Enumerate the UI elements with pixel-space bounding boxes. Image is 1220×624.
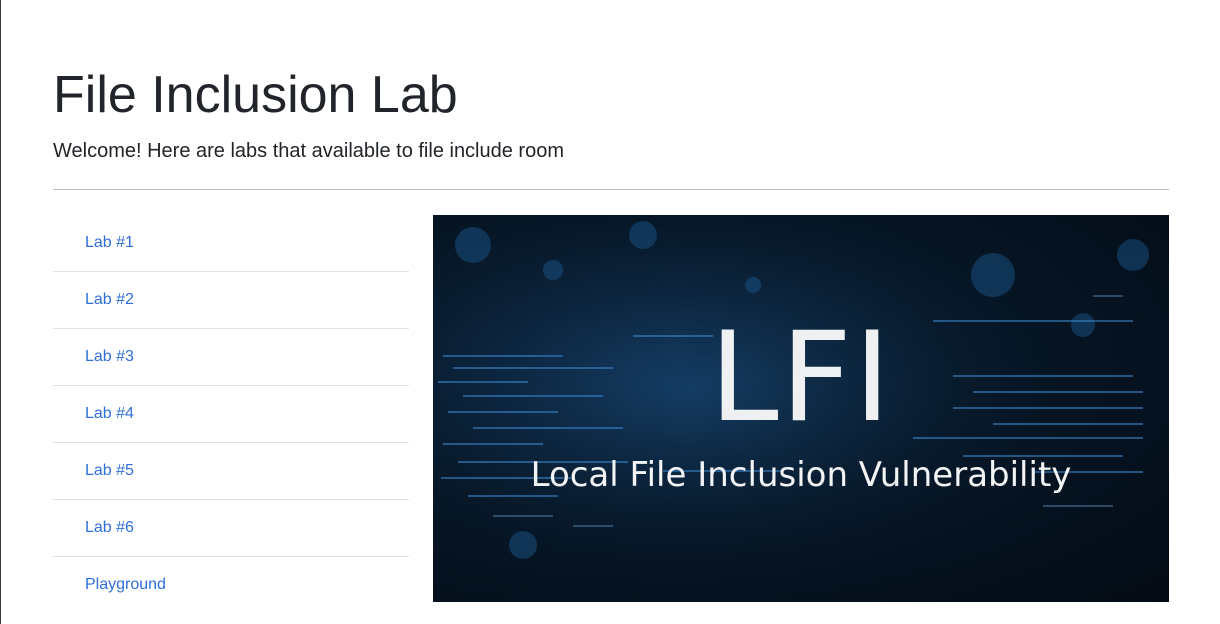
list-item: Lab #6 xyxy=(53,500,409,557)
lab-4-link[interactable]: Lab #4 xyxy=(85,405,134,423)
list-item: Lab #3 xyxy=(53,329,409,386)
lab-5-link[interactable]: Lab #5 xyxy=(85,462,134,480)
banner-headline: LFI xyxy=(709,306,893,450)
list-item: Lab #1 xyxy=(53,215,409,272)
list-item: Lab #2 xyxy=(53,272,409,329)
lab-2-link[interactable]: Lab #2 xyxy=(85,291,134,309)
playground-link[interactable]: Playground xyxy=(85,576,166,594)
lfi-banner-image: LFI Local File Inclusion Vulnerability xyxy=(433,215,1169,602)
window-left-border xyxy=(0,0,1,624)
lab-1-link[interactable]: Lab #1 xyxy=(85,234,134,252)
banner-subtitle: Local File Inclusion Vulnerability xyxy=(530,455,1072,495)
lab-list: Lab #1 Lab #2 Lab #3 Lab #4 Lab #5 Lab #… xyxy=(53,215,409,613)
lab-6-link[interactable]: Lab #6 xyxy=(85,519,134,537)
lab-3-link[interactable]: Lab #3 xyxy=(85,348,134,366)
page-lead: Welcome! Here are labs that available to… xyxy=(53,140,564,162)
list-item: Lab #5 xyxy=(53,443,409,500)
list-item: Playground xyxy=(53,557,409,613)
divider xyxy=(53,189,1169,190)
page-title: File Inclusion Lab xyxy=(53,66,458,124)
list-item: Lab #4 xyxy=(53,386,409,443)
